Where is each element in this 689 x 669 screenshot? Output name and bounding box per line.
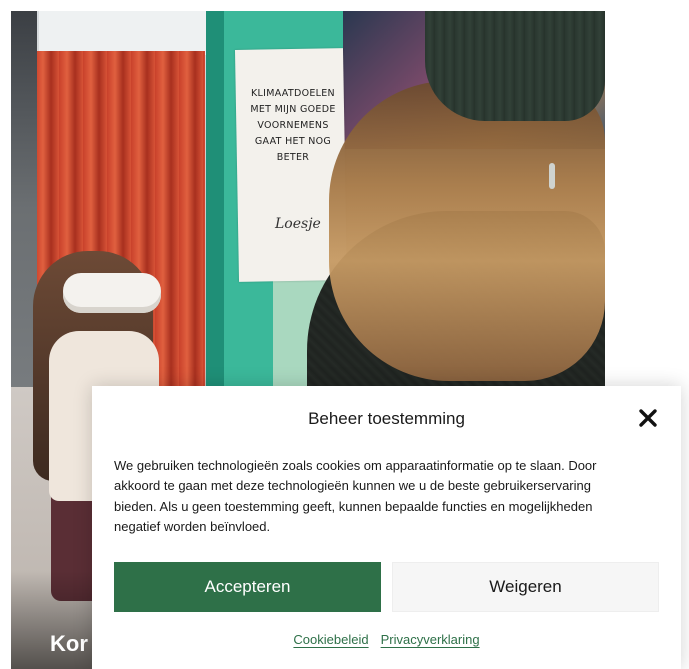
consent-dialog: Beheer toestemming We gebruiken technolo… [92, 386, 681, 669]
deny-button[interactable]: Weigeren [392, 562, 659, 612]
poster-text: KLIMAATDOELEN MET MIJN GOEDE VOORNEMENS … [250, 88, 336, 163]
hero-title: Kor [50, 631, 88, 656]
cookie-policy-link[interactable]: Cookiebeleid [293, 632, 368, 647]
consent-title: Beheer toestemming [308, 409, 465, 428]
consent-message: We gebruiken technologieën zoals cookies… [114, 458, 597, 535]
poster-signature: Loesje [275, 216, 321, 232]
vr-headset [63, 273, 161, 313]
accept-button[interactable]: Accepteren [114, 562, 381, 612]
privacy-statement-link[interactable]: Privacyverklaring [381, 632, 480, 647]
policy-links: Cookiebeleid Privacyverklaring [92, 632, 681, 647]
close-icon[interactable] [636, 406, 660, 430]
beanie [425, 11, 605, 121]
